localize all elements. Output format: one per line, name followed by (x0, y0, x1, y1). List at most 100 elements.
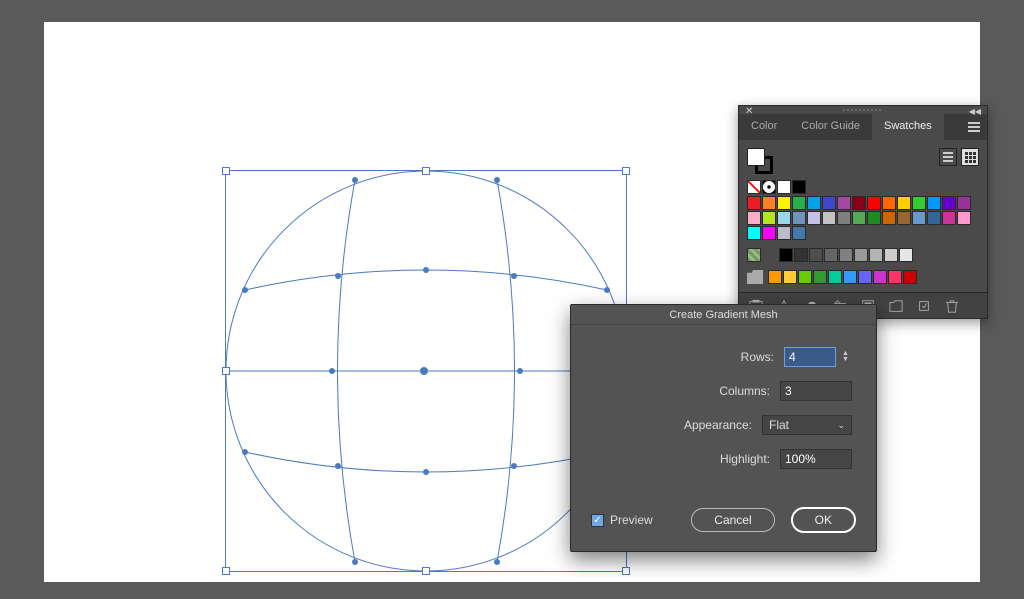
swatch[interactable] (779, 248, 793, 262)
appearance-label: Appearance: (684, 418, 752, 432)
swatch[interactable] (957, 211, 971, 225)
highlight-input[interactable] (780, 449, 852, 469)
selection-bounding-box[interactable] (225, 170, 627, 572)
fill-stroke-indicator[interactable] (747, 148, 773, 174)
rows-stepper[interactable]: ▲▼ (842, 351, 852, 363)
swatch[interactable] (888, 270, 902, 284)
preview-checkbox[interactable]: ✓ Preview (591, 513, 653, 527)
swatch[interactable] (783, 270, 797, 284)
swatch-folder-icon[interactable] (747, 270, 763, 284)
swatch[interactable] (777, 226, 791, 240)
resize-handle-tc[interactable] (422, 167, 430, 175)
swatch[interactable] (762, 180, 776, 194)
swatch[interactable] (798, 270, 812, 284)
swatch[interactable] (912, 196, 926, 210)
swatch[interactable] (873, 270, 887, 284)
resize-handle-ml[interactable] (222, 367, 230, 375)
swatch[interactable] (903, 270, 917, 284)
swatch[interactable] (824, 248, 838, 262)
swatch[interactable] (912, 211, 926, 225)
swatch-list-view-icon[interactable] (939, 148, 957, 166)
swatch[interactable] (747, 211, 761, 225)
swatch[interactable] (762, 226, 776, 240)
swatch[interactable] (869, 248, 883, 262)
collapse-panel-icon[interactable]: ◀◀ (969, 107, 981, 116)
swatch[interactable] (792, 196, 806, 210)
swatch[interactable] (927, 196, 941, 210)
create-gradient-mesh-dialog[interactable]: Create Gradient Mesh Rows: ▲▼ Columns: A… (570, 304, 877, 552)
swatch[interactable] (747, 226, 761, 240)
swatch[interactable] (839, 248, 853, 262)
tab-color[interactable]: Color (739, 114, 789, 140)
tab-color-guide[interactable]: Color Guide (789, 114, 872, 140)
swatch[interactable] (807, 196, 821, 210)
swatch[interactable] (884, 248, 898, 262)
swatch[interactable] (882, 211, 896, 225)
swatch[interactable] (813, 270, 827, 284)
swatch[interactable] (852, 196, 866, 210)
close-panel-icon[interactable]: ✕ (745, 106, 753, 117)
swatch[interactable] (852, 211, 866, 225)
columns-label: Columns: (719, 384, 770, 398)
swatch[interactable] (837, 196, 851, 210)
swatch[interactable] (899, 248, 913, 262)
swatch[interactable] (747, 196, 761, 210)
swatch[interactable] (807, 211, 821, 225)
swatch[interactable] (942, 196, 956, 210)
swatch[interactable] (794, 248, 808, 262)
swatch[interactable] (837, 211, 851, 225)
swatch[interactable] (792, 211, 806, 225)
swatch[interactable] (897, 211, 911, 225)
checkbox-checked-icon: ✓ (591, 514, 604, 527)
swatches-panel[interactable]: ✕ ◀◀ Color Color Guide Swatches (738, 105, 988, 319)
swatch[interactable] (882, 196, 896, 210)
swatch[interactable] (957, 196, 971, 210)
cancel-button[interactable]: Cancel (691, 508, 774, 532)
columns-input[interactable] (780, 381, 852, 401)
resize-handle-bc[interactable] (422, 567, 430, 575)
swatch[interactable] (867, 196, 881, 210)
swatch[interactable] (777, 211, 791, 225)
swatch[interactable] (792, 226, 806, 240)
edit-swatch-icon[interactable] (917, 299, 931, 313)
tab-swatches[interactable]: Swatches (872, 114, 944, 140)
swatch[interactable] (822, 196, 836, 210)
swatch[interactable] (828, 270, 842, 284)
preview-label: Preview (610, 513, 653, 527)
new-folder-icon[interactable] (889, 299, 903, 313)
resize-handle-tl[interactable] (222, 167, 230, 175)
swatch[interactable] (768, 270, 782, 284)
swatch[interactable] (777, 180, 791, 194)
swatch[interactable] (747, 248, 761, 262)
swatch[interactable] (897, 196, 911, 210)
swatch[interactable] (927, 211, 941, 225)
delete-swatch-icon[interactable] (945, 299, 959, 313)
rows-label: Rows: (741, 350, 774, 364)
resize-handle-tr[interactable] (622, 167, 630, 175)
swatch[interactable] (858, 270, 872, 284)
swatch-grid-view-icon[interactable] (961, 148, 979, 166)
swatch[interactable] (777, 196, 791, 210)
highlight-label: Highlight: (720, 452, 770, 466)
panel-menu-icon[interactable] (961, 114, 987, 140)
appearance-value: Flat (769, 418, 789, 432)
swatch[interactable] (762, 196, 776, 210)
swatch[interactable] (843, 270, 857, 284)
swatch[interactable] (747, 180, 761, 194)
swatch[interactable] (762, 211, 776, 225)
swatch[interactable] (822, 211, 836, 225)
ok-button[interactable]: OK (791, 507, 856, 533)
swatch[interactable] (854, 248, 868, 262)
swatch[interactable] (792, 180, 806, 194)
rows-input[interactable] (784, 347, 836, 367)
swatch-grid[interactable] (747, 180, 979, 240)
panel-grip[interactable]: ✕ ◀◀ (739, 106, 987, 114)
resize-handle-bl[interactable] (222, 567, 230, 575)
swatch[interactable] (867, 211, 881, 225)
swatch[interactable] (942, 211, 956, 225)
resize-handle-br[interactable] (622, 567, 630, 575)
chevron-down-icon: ⌄ (837, 420, 845, 431)
dialog-title: Create Gradient Mesh (571, 305, 876, 325)
appearance-select[interactable]: Flat ⌄ (762, 415, 852, 435)
swatch[interactable] (809, 248, 823, 262)
